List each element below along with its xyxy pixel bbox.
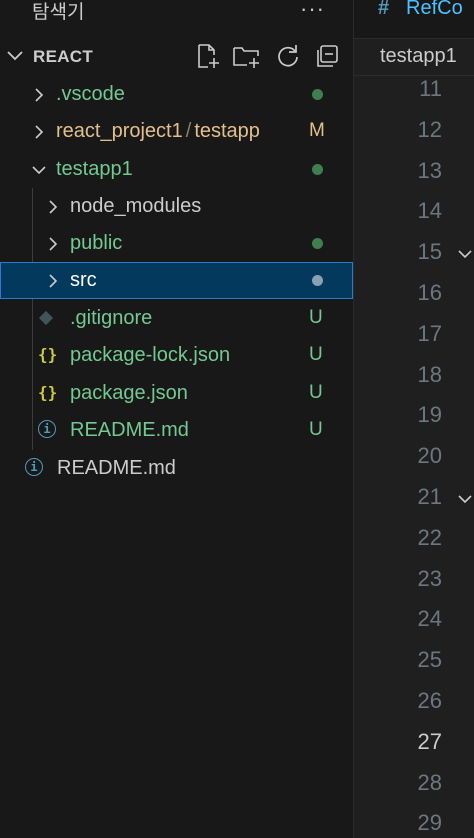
chevron-right-icon bbox=[35, 88, 44, 102]
git-status-dot bbox=[312, 238, 323, 249]
chevron-down-icon bbox=[7, 51, 23, 61]
git-status-badge: U bbox=[309, 419, 323, 440]
git-status-dot bbox=[312, 164, 323, 175]
chevron-right-icon bbox=[35, 125, 44, 139]
path-separator: / bbox=[185, 120, 192, 142]
tree-item-node-modules[interactable]: node_modules bbox=[0, 188, 353, 225]
tree-item-gitignore[interactable]: .gitignore U bbox=[0, 300, 353, 337]
tree-item-label: README.md bbox=[70, 419, 189, 441]
tab-label: RefCo bbox=[406, 0, 463, 19]
tree-item-testapp1[interactable]: testapp1 bbox=[0, 151, 353, 188]
new-folder-icon[interactable] bbox=[232, 42, 260, 70]
editor-tab[interactable]: # RefCo bbox=[354, 0, 474, 39]
tree-item-label: public bbox=[70, 232, 123, 254]
tree-item-package-json[interactable]: {} package.json U bbox=[0, 375, 353, 412]
line-number: 22 bbox=[417, 524, 442, 550]
tree-item-label: node_modules bbox=[70, 195, 202, 217]
explorer-title: 탐색기 bbox=[32, 2, 85, 23]
tree-item-label: package.json bbox=[70, 382, 188, 404]
line-number: 19 bbox=[417, 402, 442, 428]
section-title: REACT bbox=[33, 47, 94, 66]
chevron-right-icon bbox=[49, 237, 58, 251]
info-icon: i bbox=[25, 458, 43, 476]
collapse-all-icon[interactable] bbox=[314, 42, 342, 70]
fold-chevron-icon[interactable] bbox=[457, 246, 473, 262]
tree-item-package-lock-json[interactable]: {} package-lock.json U bbox=[0, 337, 353, 374]
tree-item-src[interactable]: src bbox=[0, 262, 353, 299]
line-number: 24 bbox=[417, 606, 442, 632]
chevron-right-icon bbox=[49, 274, 58, 288]
path-segment: react_project1 bbox=[56, 120, 183, 142]
line-number: 12 bbox=[417, 116, 442, 142]
chevron-right-icon bbox=[49, 200, 58, 214]
chevron-down-icon bbox=[32, 166, 46, 175]
line-number: 13 bbox=[417, 157, 442, 183]
tree-item-vscode[interactable]: .vscode bbox=[0, 76, 353, 113]
tree-item-public[interactable]: public bbox=[0, 225, 353, 262]
tree-item-label: package-lock.json bbox=[70, 344, 231, 366]
git-status-dot bbox=[312, 275, 323, 286]
line-number: 25 bbox=[417, 647, 442, 673]
tree-item-label: src bbox=[70, 269, 97, 291]
line-number: 28 bbox=[417, 769, 442, 795]
css-file-icon: # bbox=[378, 0, 390, 19]
fold-chevron-icon[interactable] bbox=[457, 491, 473, 507]
json-icon: {} bbox=[38, 345, 58, 364]
git-status-dot bbox=[312, 89, 323, 100]
tree-item-label: .gitignore bbox=[70, 307, 153, 329]
tree-item-readme-md[interactable]: i README.md U bbox=[0, 412, 353, 449]
line-number: 20 bbox=[417, 443, 442, 469]
editor-pane: # RefCo testapp1 11 12 13 14 15 16 17 18 19 20 21 2… bbox=[354, 0, 474, 838]
git-status-badge: U bbox=[309, 382, 323, 403]
line-number: 17 bbox=[417, 320, 442, 346]
more-actions-icon[interactable]: ··· bbox=[300, 0, 325, 22]
section-header-react[interactable]: REACT bbox=[0, 38, 353, 74]
path-segment: testapp bbox=[194, 120, 260, 142]
info-icon: i bbox=[38, 420, 56, 438]
tree-item-label: README.md bbox=[57, 457, 176, 479]
line-number: 18 bbox=[417, 361, 442, 387]
breadcrumb[interactable]: testapp1 bbox=[354, 39, 474, 76]
line-number: 29 bbox=[417, 810, 442, 836]
git-status-badge: M bbox=[309, 120, 325, 141]
breadcrumb-item: testapp1 bbox=[380, 45, 457, 67]
line-number: 23 bbox=[417, 565, 442, 591]
line-number: 15 bbox=[417, 239, 442, 265]
tree-item-label: react_project1/testapp bbox=[56, 120, 260, 143]
git-status-badge: U bbox=[309, 307, 323, 328]
line-number: 27 bbox=[417, 728, 442, 754]
tree-item-readme-md[interactable]: i README.md bbox=[0, 450, 353, 487]
line-number: 26 bbox=[417, 688, 442, 713]
json-icon: {} bbox=[38, 383, 58, 402]
new-file-icon[interactable] bbox=[194, 42, 222, 70]
tree-item-label: .vscode bbox=[56, 83, 125, 105]
line-number: 14 bbox=[417, 198, 442, 224]
line-number: 16 bbox=[417, 280, 442, 305]
line-number: 11 bbox=[419, 76, 442, 101]
git-icon bbox=[38, 310, 54, 326]
line-number: 21 bbox=[417, 484, 442, 509]
explorer-sidebar: 탐색기 ··· REACT .vscode react_project1 / t… bbox=[0, 0, 354, 838]
refresh-icon[interactable] bbox=[274, 42, 302, 70]
tree-item-react-project1-testapp[interactable]: react_project1/testapp M bbox=[0, 113, 353, 150]
tree-item-label: testapp1 bbox=[56, 158, 133, 180]
git-status-badge: U bbox=[309, 344, 323, 365]
